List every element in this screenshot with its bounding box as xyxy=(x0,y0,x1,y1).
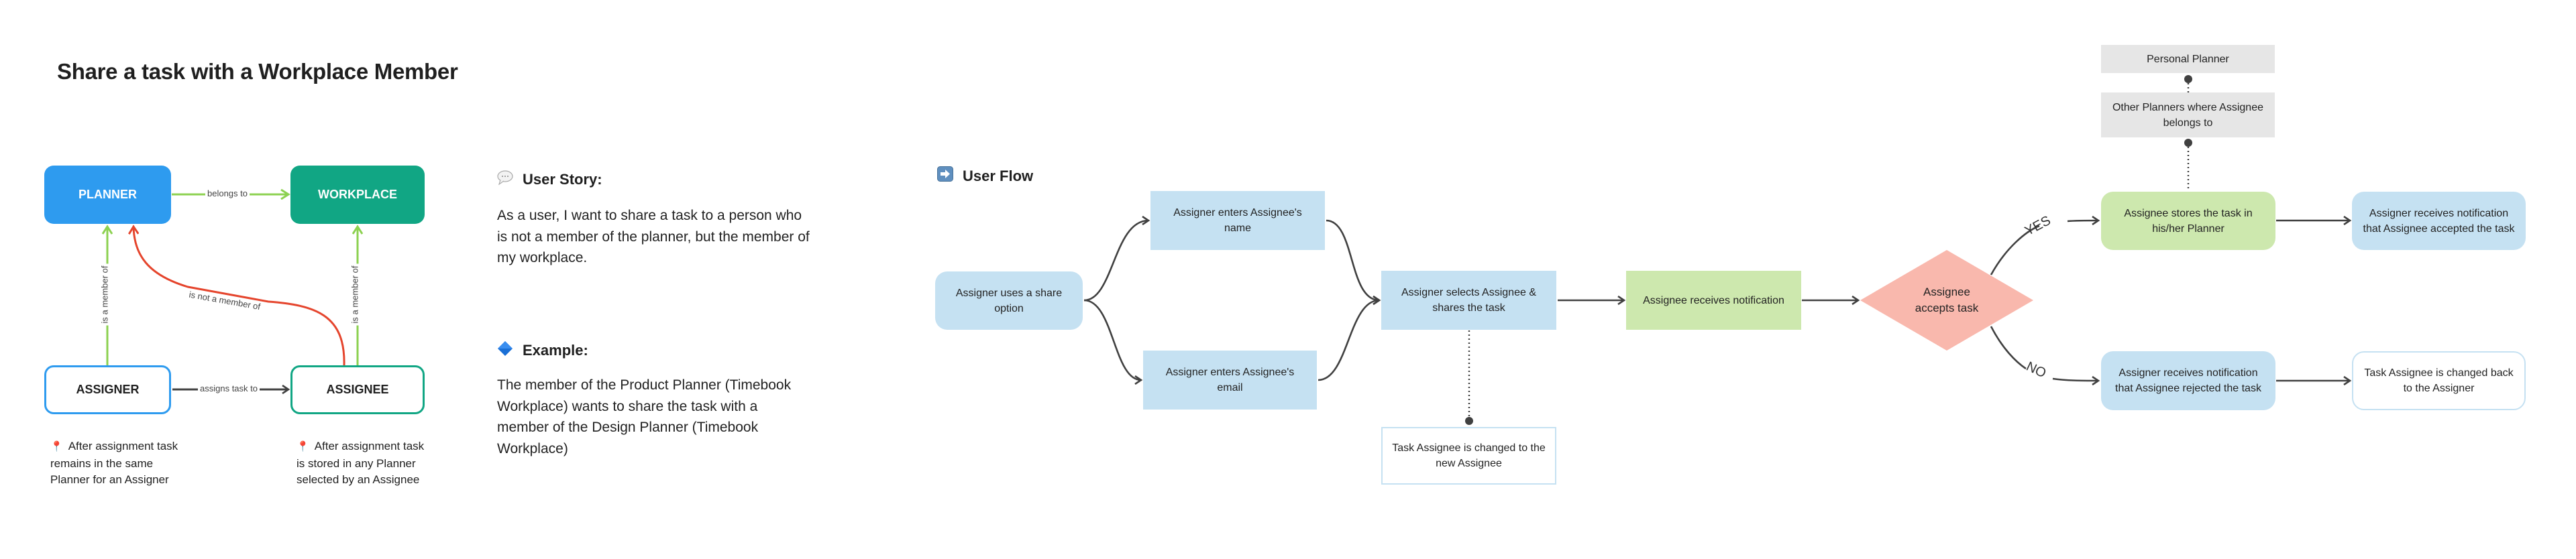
user-story-text: As a user, I want to share a task to a p… xyxy=(497,208,810,265)
node-personal-planner[interactable]: Personal Planner xyxy=(2101,45,2275,73)
node-task-changed-label: Task Assignee is changed to the new Assi… xyxy=(1392,442,1546,469)
decision-label: Assignee accepts task xyxy=(1915,286,1979,314)
entity-assignee-label: ASSIGNEE xyxy=(326,383,389,396)
user-story-heading: User Story: xyxy=(497,170,602,189)
speech-bubble-icon xyxy=(497,170,513,189)
node-personal-planner-label: Personal Planner xyxy=(2147,53,2229,65)
node-other-planners[interactable]: Other Planners where Assignee belongs to xyxy=(2101,92,2275,137)
node-changed-back[interactable]: Task Assignee is changed back to the Ass… xyxy=(2352,351,2526,410)
user-flow-heading-text: User Flow xyxy=(963,167,1034,184)
blue-diamond-icon xyxy=(497,340,513,361)
node-select-share-label: Assigner selects Assignee & shares the t… xyxy=(1401,287,1536,314)
label-assigns-task-to: assigns task to xyxy=(198,383,260,393)
example-heading: Example: xyxy=(497,340,588,361)
node-enter-email[interactable]: Assigner enters Assignee's email xyxy=(1143,351,1317,410)
label-belongs-to: belongs to xyxy=(205,188,250,198)
entity-assigner-label: ASSIGNER xyxy=(76,383,140,396)
user-story-heading-text: User Story: xyxy=(523,171,602,188)
node-stores-label: Assignee stores the task in his/her Plan… xyxy=(2124,207,2253,235)
node-accepted-label: Assigner receives notification that Assi… xyxy=(2363,207,2515,235)
connector-dot xyxy=(2184,75,2192,83)
entity-assigner[interactable]: ASSIGNER xyxy=(44,365,171,414)
edge-not-member-of xyxy=(133,227,345,366)
node-task-changed[interactable]: Task Assignee is changed to the new Assi… xyxy=(1381,427,1556,485)
pin-icon: 📍 xyxy=(297,441,309,452)
user-flow-heading: User Flow xyxy=(937,166,1033,186)
edge-start-to-email xyxy=(1083,299,1141,380)
node-enter-name[interactable]: Assigner enters Assignee's name xyxy=(1150,191,1325,250)
node-rejected-label: Assigner receives notification that Assi… xyxy=(2115,367,2261,394)
entity-planner-label: PLANNER xyxy=(78,188,137,201)
node-rejected[interactable]: Assigner receives notification that Assi… xyxy=(2101,351,2275,410)
connector-dot xyxy=(1465,417,1473,425)
note-assigner-text: After assignment task remains in the sam… xyxy=(50,440,178,486)
label-assignee-member-of: is a member of xyxy=(350,263,360,326)
node-notification-label: Assignee receives notification xyxy=(1643,294,1784,306)
note-assignee: 📍 After assignment task is stored in any … xyxy=(297,438,431,489)
example-text: The member of the Product Planner (Timeb… xyxy=(497,377,792,456)
node-select-share[interactable]: Assigner selects Assignee & shares the t… xyxy=(1381,271,1556,330)
note-assignee-text: After assignment task is stored in any P… xyxy=(297,440,425,486)
node-accepted[interactable]: Assigner receives notification that Assi… xyxy=(2352,192,2526,250)
node-stores[interactable]: Assignee stores the task in his/her Plan… xyxy=(2101,192,2275,250)
page-title: Share a task with a Workplace Member xyxy=(57,59,458,84)
pin-icon: 📍 xyxy=(50,441,63,452)
entity-assignee[interactable]: ASSIGNEE xyxy=(290,365,425,414)
entity-planner[interactable]: PLANNER xyxy=(44,166,171,224)
node-start-label: Assigner uses a share option xyxy=(955,287,1063,314)
connector-dot xyxy=(2184,139,2192,147)
right-arrow-icon xyxy=(937,166,953,186)
entity-workplace-label: WORKPLACE xyxy=(318,188,397,201)
edge-name-to-select xyxy=(1326,219,1379,300)
entity-workplace[interactable]: WORKPLACE xyxy=(290,166,425,224)
node-changed-back-label: Task Assignee is changed back to the Ass… xyxy=(2364,367,2514,394)
node-other-planners-label: Other Planners where Assignee belongs to xyxy=(2112,101,2263,129)
edge-email-to-select xyxy=(1318,300,1379,381)
node-start[interactable]: Assigner uses a share option xyxy=(935,271,1083,330)
label-assigner-member-of: is a member of xyxy=(99,263,110,326)
node-enter-name-label: Assigner enters Assignee's name xyxy=(1173,207,1302,234)
node-enter-email-label: Assigner enters Assignee's email xyxy=(1165,367,1295,393)
edge-start-to-name xyxy=(1083,221,1148,302)
example-heading-text: Example: xyxy=(523,342,588,359)
node-notification[interactable]: Assignee receives notification xyxy=(1626,271,1801,330)
note-assigner: 📍 After assignment task remains in the sa… xyxy=(50,438,184,489)
